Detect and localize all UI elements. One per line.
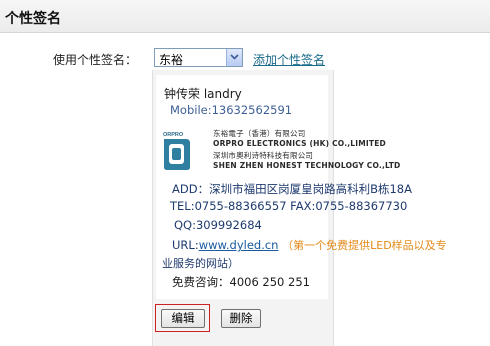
signature-tel-fax: TEL:0755-88366557 FAX:0755-88367730	[170, 199, 408, 213]
signature-name: 钟传荣 landry	[164, 87, 242, 101]
signature-select-value: 东裕	[159, 53, 184, 67]
page-title: 个性签名	[5, 11, 61, 27]
company-name-en-2: SHEN ZHEN HONEST TECHNOLOGY CO.,LTD	[213, 161, 401, 170]
signature-mobile: Mobile:13632562591	[170, 103, 293, 117]
delete-button[interactable]: 删除	[221, 309, 261, 328]
edit-button[interactable]: 编辑	[161, 309, 205, 328]
chevron-down-icon[interactable]	[226, 49, 242, 66]
add-signature-link[interactable]: 添加个性签名	[253, 51, 325, 68]
signature-url-link[interactable]: www.dyled.cn	[199, 238, 279, 252]
company-name-cn-1: 东裕電子（香港）有限公司	[213, 129, 306, 138]
signature-select-label: 使用个性签名：	[53, 53, 138, 67]
svg-text:ORPRO: ORPRO	[163, 132, 184, 138]
company-logo-icon: ORPRO	[163, 132, 190, 170]
signature-qq: QQ:309992684	[174, 218, 262, 232]
section-header: 个性签名	[0, 0, 490, 33]
signature-url-row: URL:www.dyled.cn （第一个免费提供LED样品以及专	[172, 237, 447, 253]
signature-preview: 钟传荣 landry Mobile:13632562591 ORPRO 东裕電子…	[156, 75, 447, 299]
signature-hotline: 免费咨询：4006 250 251	[172, 275, 310, 289]
signature-url-note: （第一个免费提供LED样品以及专	[282, 239, 447, 252]
signature-select[interactable]: 东裕	[154, 48, 243, 67]
signature-url-label: URL:	[172, 238, 199, 252]
company-name-cn-2: 深圳市奧利诗特科技有限公司	[213, 151, 314, 160]
signature-address: ADD：深圳市福田区岗厦皇岗路高科利B栋18A	[172, 182, 412, 196]
signature-url-note-cont: 业服务的网站）	[162, 257, 239, 270]
company-name-en-1: ORPRO ELECTRONICS (HK) CO.,LIMITED	[213, 139, 386, 148]
